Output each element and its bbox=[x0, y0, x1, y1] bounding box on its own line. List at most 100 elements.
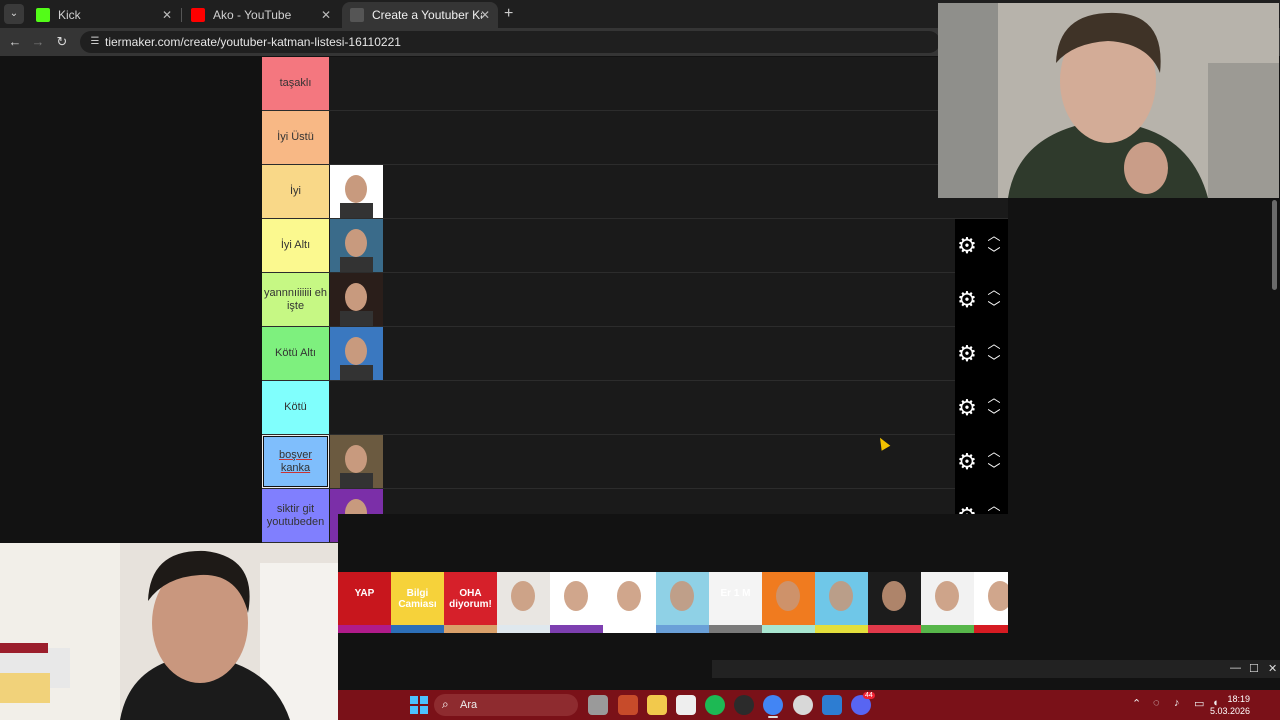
reload-icon[interactable]: ↻ bbox=[53, 33, 71, 51]
tier-label[interactable]: İyi Altı bbox=[262, 219, 329, 272]
close-icon[interactable]: ✕ bbox=[1268, 662, 1277, 675]
settings-gear-icon[interactable]: ⚙ bbox=[955, 234, 979, 258]
pool-item-thumbnail[interactable] bbox=[815, 572, 868, 625]
image-pool: YAP Bilgi Camiası OHA diyorum! Er 1 M oap or… bbox=[338, 514, 1008, 633]
pool-item-thumbnail[interactable]: Bilgi Camiası bbox=[391, 572, 444, 625]
tier-label[interactable]: İyi Üstü bbox=[262, 111, 329, 164]
tab-tiermaker[interactable]: Create a Youtuber Katman Liste ✕ bbox=[342, 2, 498, 28]
store-icon[interactable] bbox=[676, 695, 696, 715]
clock[interactable]: 18:19 5.03.2026 bbox=[1204, 693, 1250, 717]
file-explorer-icon[interactable] bbox=[647, 695, 667, 715]
move-down-icon[interactable]: ﹀ bbox=[985, 409, 1003, 423]
tier-row: taşaklı bbox=[262, 57, 1008, 111]
close-icon[interactable]: ✕ bbox=[162, 8, 172, 22]
taskbar-search[interactable]: ⌕ Ara bbox=[434, 694, 578, 716]
tier-item-thumbnail[interactable] bbox=[330, 273, 383, 326]
tab-kick[interactable]: Kick ✕ bbox=[28, 2, 180, 28]
tier-controls: ⚙ ︿ ﹀ bbox=[955, 435, 1008, 489]
move-up-icon[interactable]: ︿ bbox=[985, 499, 1003, 513]
move-up-icon[interactable]: ︿ bbox=[985, 337, 1003, 351]
move-down-icon[interactable]: ﹀ bbox=[985, 463, 1003, 477]
pool-item-thumbnail[interactable] bbox=[391, 625, 444, 633]
forward-icon[interactable]: → bbox=[29, 33, 47, 51]
url-text[interactable]: tiermaker.com/create/youtuber-katman-lis… bbox=[105, 35, 401, 49]
settings-gear-icon[interactable]: ⚙ bbox=[955, 396, 979, 420]
pool-item-thumbnail[interactable] bbox=[550, 625, 603, 633]
search-icon: ⌕ bbox=[442, 697, 449, 711]
tier-label[interactable]: yannnıiiiiii eh işte bbox=[262, 273, 329, 326]
pool-item-thumbnail[interactable] bbox=[656, 625, 709, 633]
pool-item-thumbnail[interactable] bbox=[444, 625, 497, 633]
tier-label[interactable]: boşver kanka bbox=[262, 435, 329, 488]
pool-item-label: Er 1 M bbox=[720, 588, 751, 599]
minimize-icon[interactable]: — bbox=[1230, 662, 1241, 674]
window-title-bar: — ☐ ✕ bbox=[712, 660, 1280, 678]
network-icon[interactable]: ◌ bbox=[1153, 697, 1160, 709]
windows-start-icon[interactable] bbox=[410, 696, 428, 714]
pool-item-thumbnail[interactable] bbox=[868, 572, 921, 625]
pool-item-thumbnail[interactable] bbox=[656, 572, 709, 625]
tier-item-thumbnail[interactable] bbox=[330, 219, 383, 272]
pool-item-thumbnail[interactable] bbox=[974, 625, 1008, 633]
pool-item-thumbnail[interactable]: oap orts bbox=[338, 625, 391, 633]
close-icon[interactable]: ✕ bbox=[480, 8, 490, 22]
close-icon[interactable]: ✕ bbox=[321, 8, 331, 22]
settings-gear-icon[interactable]: ⚙ bbox=[955, 288, 979, 312]
tier-label[interactable]: siktir git youtubeden bbox=[262, 489, 329, 542]
move-down-icon[interactable]: ﹀ bbox=[985, 355, 1003, 369]
pool-item-thumbnail[interactable] bbox=[497, 572, 550, 625]
move-down-icon[interactable]: ﹀ bbox=[985, 247, 1003, 261]
tab-youtube[interactable]: Ako - YouTube ✕ bbox=[183, 2, 339, 28]
webcam-overlay-bottom bbox=[0, 543, 338, 720]
move-down-icon[interactable]: ﹀ bbox=[985, 301, 1003, 315]
spotify-icon[interactable] bbox=[705, 695, 725, 715]
pool-item-thumbnail[interactable] bbox=[497, 625, 550, 633]
pool-item-thumbnail[interactable] bbox=[603, 625, 656, 633]
settings-gear-icon[interactable]: ⚙ bbox=[955, 450, 979, 474]
tab-search-icon[interactable]: ⌄ bbox=[4, 4, 24, 24]
tier-label[interactable]: taşaklı bbox=[262, 57, 329, 110]
tier-label[interactable]: İyi bbox=[262, 165, 329, 218]
microphone-icon[interactable]: ♪ bbox=[1174, 697, 1180, 709]
pool-item-thumbnail[interactable] bbox=[815, 625, 868, 633]
tier-item-thumbnail[interactable] bbox=[330, 327, 383, 380]
pool-item-thumbnail[interactable]: Er 1 M bbox=[709, 572, 762, 625]
office-icon[interactable] bbox=[618, 695, 638, 715]
obs-icon[interactable] bbox=[734, 695, 754, 715]
maximize-icon[interactable]: ☐ bbox=[1249, 662, 1259, 675]
tier-label[interactable]: Kötü bbox=[262, 381, 329, 434]
back-icon[interactable]: ← bbox=[6, 33, 24, 51]
new-tab-button[interactable]: + bbox=[504, 5, 513, 23]
move-up-icon[interactable]: ︿ bbox=[985, 283, 1003, 297]
tier-controls: ⚙ ︿ ﹀ bbox=[955, 327, 1008, 381]
site-info-icon[interactable]: ☰ bbox=[88, 35, 102, 49]
tray-chevron-icon[interactable]: ⌃ bbox=[1132, 697, 1141, 710]
tier-item-thumbnail[interactable] bbox=[330, 435, 383, 488]
display-icon[interactable]: ▭ bbox=[1194, 697, 1204, 710]
settings-gear-icon[interactable]: ⚙ bbox=[955, 342, 979, 366]
app-icon[interactable] bbox=[822, 695, 842, 715]
chrome-icon[interactable] bbox=[763, 695, 783, 715]
move-up-icon[interactable]: ︿ bbox=[985, 229, 1003, 243]
tier-label[interactable]: Kötü Altı bbox=[262, 327, 329, 380]
address-bar[interactable]: ☰ tiermaker.com/create/youtuber-katman-l… bbox=[80, 31, 940, 53]
page-scrollbar[interactable] bbox=[1272, 200, 1277, 290]
pool-item-label: OHA diyorum! bbox=[449, 588, 492, 610]
pool-item-thumbnail[interactable] bbox=[762, 572, 815, 625]
pool-item-thumbnail[interactable] bbox=[921, 625, 974, 633]
steam-icon[interactable] bbox=[793, 695, 813, 715]
discord-icon[interactable]: 44 bbox=[851, 692, 875, 715]
pool-item-thumbnail[interactable]: OHA diyorum! bbox=[444, 572, 497, 625]
pool-item-thumbnail[interactable] bbox=[868, 625, 921, 633]
pool-item-thumbnail[interactable] bbox=[762, 625, 815, 633]
pool-item-thumbnail[interactable] bbox=[709, 625, 762, 633]
move-up-icon[interactable]: ︿ bbox=[985, 445, 1003, 459]
task-view-icon[interactable] bbox=[588, 695, 608, 715]
move-up-icon[interactable]: ︿ bbox=[985, 391, 1003, 405]
tier-item-thumbnail[interactable] bbox=[330, 165, 383, 218]
pool-item-thumbnail[interactable] bbox=[974, 572, 1008, 625]
pool-item-thumbnail[interactable] bbox=[550, 572, 603, 625]
pool-item-thumbnail[interactable] bbox=[921, 572, 974, 625]
pool-item-thumbnail[interactable] bbox=[603, 572, 656, 625]
pool-item-thumbnail[interactable]: YAP bbox=[338, 572, 391, 625]
